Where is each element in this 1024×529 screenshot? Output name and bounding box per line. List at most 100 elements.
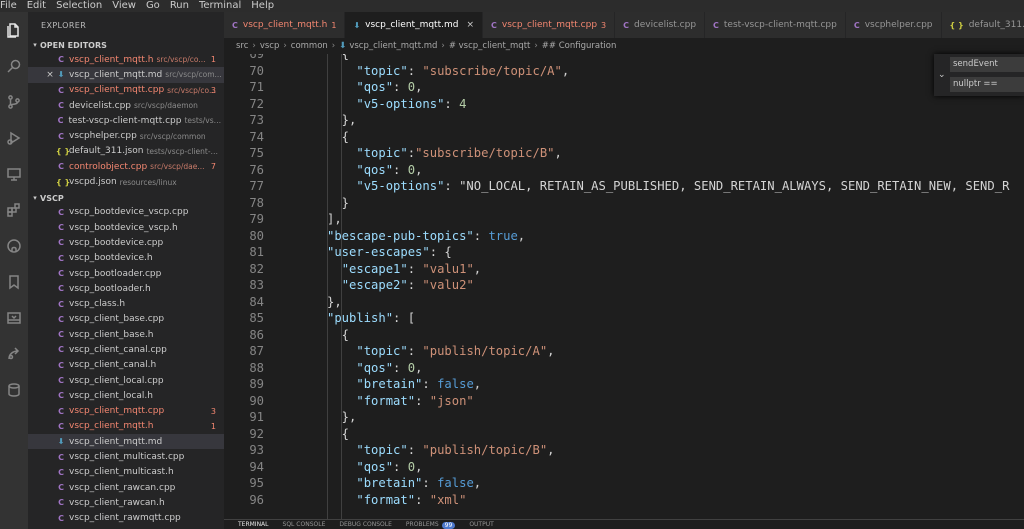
open-editor-item[interactable]: { } default_311.json tests/vscp-client-m..…	[28, 144, 224, 159]
file-name: vscp_bootdevice_vscp.cpp	[69, 207, 189, 218]
file-tree-item[interactable]: Cvscp_client_rawcan.h	[28, 495, 224, 510]
breadcrumb-item[interactable]: vscp	[260, 41, 280, 51]
code-line: 82 "escape1": "valu1",	[224, 261, 1024, 278]
search-icon[interactable]	[4, 56, 24, 76]
menu-item-terminal[interactable]: Terminal	[194, 0, 246, 12]
bookmarks-icon[interactable]	[4, 272, 24, 292]
code-line: 87 "topic": "publish/topic/A",	[224, 343, 1024, 360]
editor-tab[interactable]: Cvscphelper.cpp	[845, 12, 942, 38]
menu-item-view[interactable]: View	[107, 0, 141, 12]
menu-item-file[interactable]: File	[0, 0, 22, 12]
open-editor-item[interactable]: Cvscp_client_mqtt.cpp src/vscp/co... 3	[28, 83, 224, 98]
github-icon[interactable]	[4, 236, 24, 256]
open-editor-item[interactable]: Cvscphelper.cpp src/vscp/common	[28, 128, 224, 143]
open-editor-item[interactable]: Cvscp_client_mqtt.h src/vscp/co... 1	[28, 52, 224, 67]
editor-tab[interactable]: Cvscp_client_mqtt.cpp 3	[483, 12, 616, 38]
source-control-icon[interactable]	[4, 92, 24, 112]
file-path: src/vscp/co...	[167, 85, 217, 95]
live-share-icon[interactable]	[4, 344, 24, 364]
file-tree-item[interactable]: Cvscp_client_multicast.cpp	[28, 449, 224, 464]
breadcrumb-item[interactable]: vscp_client_mqtt.md	[349, 41, 437, 51]
menu-item-selection[interactable]: Selection	[51, 0, 107, 12]
menu-item-help[interactable]: Help	[246, 0, 279, 12]
file-tree-item[interactable]: Cvscp_bootdevice.cpp	[28, 235, 224, 250]
line-number: 70	[249, 63, 264, 78]
file-tree-item[interactable]: Cvscp_bootloader.h	[28, 281, 224, 296]
open-editor-item[interactable]: Cdevicelist.cpp src/vscp/daemon	[28, 98, 224, 113]
editor-tab[interactable]: Cdevicelist.cpp	[615, 12, 706, 38]
close-icon[interactable]: ×	[466, 20, 474, 30]
file-tree-item[interactable]: Cvscp_class.h	[28, 296, 224, 311]
replace-input[interactable]: nullptr ==	[950, 77, 1024, 92]
file-tree-item[interactable]: Cvscp_client_canal.cpp	[28, 342, 224, 357]
files-icon[interactable]	[4, 20, 24, 40]
code-line: 96 "format": "xml"	[224, 492, 1024, 509]
breadcrumb-item[interactable]: # vscp_client_mqtt	[449, 41, 531, 51]
editor-tab[interactable]: { } default_311.json	[941, 12, 1024, 38]
file-tree-item[interactable]: Cvscp_client_rawcan.cpp	[28, 480, 224, 495]
database-icon[interactable]	[4, 380, 24, 400]
extensions-icon[interactable]	[4, 200, 24, 220]
code-text: "qos": 0,	[356, 360, 423, 375]
editor-tab[interactable]: Ctest-vscp-client-mqtt.cpp	[705, 12, 846, 38]
panel-tab-problems[interactable]: PROBLEMS	[406, 520, 439, 529]
file-tree-item[interactable]: Cvscp_client_base.cpp	[28, 312, 224, 327]
open-editor-item[interactable]: { } vscpd.json resources/linux	[28, 174, 224, 189]
open-editor-item[interactable]: × ⬇ vscp_client_mqtt.md src/vscp/com...	[28, 67, 224, 83]
code-text: "escape2": "valu2"	[341, 278, 474, 292]
code-text: "format": "xml"	[356, 492, 467, 507]
run-debug-icon[interactable]	[4, 128, 24, 148]
panel-tab-debug-console[interactable]: DEBUG CONSOLE	[339, 520, 392, 529]
panel-tab-output[interactable]: OUTPUT	[469, 520, 493, 529]
file-tree-item[interactable]: Cvscp_client_canal.h	[28, 358, 224, 373]
editor-tab[interactable]: ⬇ vscp_client_mqtt.md ×	[345, 12, 483, 38]
file-tree-item[interactable]: Cvscp_bootloader.cpp	[28, 266, 224, 281]
c-file-icon: C	[58, 55, 64, 65]
file-tree-item[interactable]: Cvscp_client_mqtt.h 1	[28, 419, 224, 434]
file-name: test-vscp-client-mqtt.cpp	[68, 115, 182, 126]
file-tree-item[interactable]: Cvscp_client_local.h	[28, 388, 224, 403]
remote-explorer-icon[interactable]	[4, 164, 24, 184]
file-tree-item[interactable]: Cvscp_bootdevice_vscp.cpp	[28, 205, 224, 220]
file-tree-item[interactable]: ⬇ vscp_client_mqtt.md	[28, 434, 224, 450]
file-tree-item[interactable]: Cvscp_client_local.cpp	[28, 373, 224, 388]
code-text: "bretain": false,	[356, 476, 482, 490]
code-line: 72 "v5-options": 4	[224, 96, 1024, 113]
folder-header-vscp[interactable]: ▾ VSCP	[28, 192, 224, 205]
file-name: vscp_client_rawcan.cpp	[69, 482, 176, 493]
find-input[interactable]: sendEvent	[950, 57, 1024, 72]
open-editor-item[interactable]: Ctest-vscp-client-mqtt.cpp tests/vsc...	[28, 113, 224, 128]
breadcrumb-item[interactable]: common	[291, 41, 328, 51]
breadcrumb-item[interactable]: src	[236, 41, 248, 51]
file-tree-item[interactable]: Cvscp_bootdevice.h	[28, 251, 224, 266]
panel-tab-terminal[interactable]: TERMINAL	[238, 520, 269, 529]
line-number: 79	[249, 212, 264, 226]
code-editor[interactable]: 69 {70 "topic": "subscribe/topic/A", 71 "…	[224, 54, 1024, 519]
file-tree-item[interactable]: Cvscp_bootdevice_vscp.h	[28, 220, 224, 235]
c-file-icon: C	[58, 223, 64, 233]
chevron-down-icon[interactable]: ⌄	[938, 70, 946, 80]
open-editors-list: Cvscp_client_mqtt.h src/vscp/co... 1 × ⬇ vscp…	[28, 52, 224, 190]
menu-item-go[interactable]: Go	[141, 0, 165, 12]
file-tree-item[interactable]: Cvscp_client_rawmqtt.cpp	[28, 511, 224, 526]
file-name: vscpd.json	[69, 177, 117, 188]
code-text: "topic":"subscribe/topic/B",	[356, 146, 562, 160]
menu-item-edit[interactable]: Edit	[22, 0, 51, 12]
breadcrumb-item[interactable]: ## Configuration	[542, 41, 617, 51]
line-number: 86	[249, 327, 264, 342]
open-editors-header[interactable]: ▾ OPEN EDITORS	[28, 39, 224, 52]
editor-tab[interactable]: Cvscp_client_mqtt.h 1	[224, 12, 346, 38]
panel-tab-sql-console[interactable]: SQL CONSOLE	[283, 520, 326, 529]
file-name: vscp_client_multicast.cpp	[69, 452, 185, 463]
menu-item-run[interactable]: Run	[165, 0, 194, 12]
panel-icon[interactable]	[4, 308, 24, 328]
line-number: 89	[249, 377, 264, 391]
markdown-file-icon: ⬇	[57, 437, 65, 447]
cpp-file-icon: C	[58, 131, 64, 141]
close-icon[interactable]: ×	[44, 70, 56, 80]
file-tree-item[interactable]: Cvscp_client_multicast.h	[28, 465, 224, 480]
file-tree-item[interactable]: Cvscp_client_mqtt.cpp 3	[28, 404, 224, 419]
file-tree-item[interactable]: Cvscp_client_base.h	[28, 327, 224, 342]
open-editor-item[interactable]: Ccontrolobject.cpp src/vscp/dae... 7	[28, 159, 224, 174]
code-text: },	[327, 294, 342, 309]
